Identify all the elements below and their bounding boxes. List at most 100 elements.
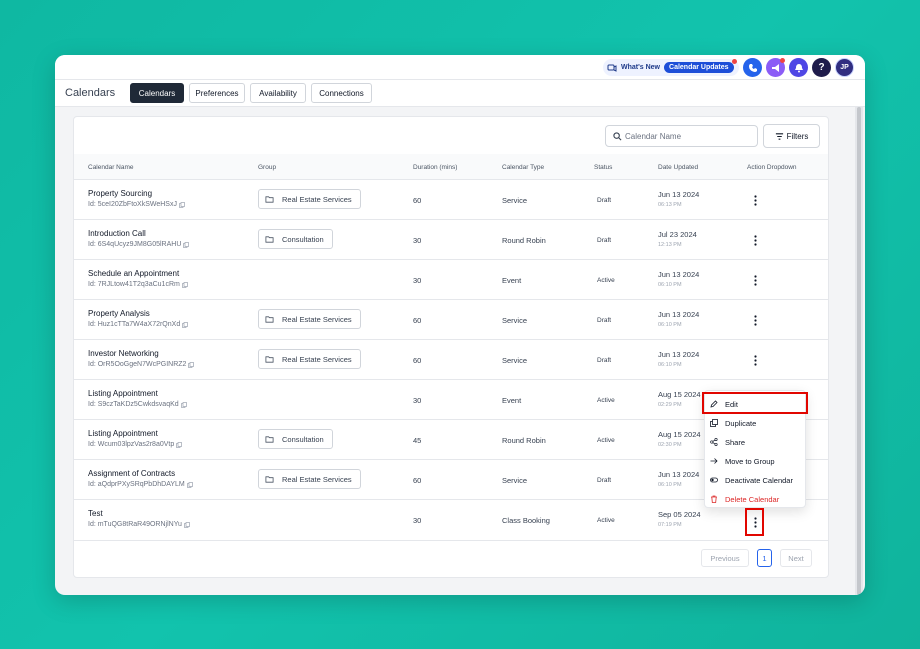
calendar-id-text: Id: S9czTaKDz5CwkdsvaqKd bbox=[88, 401, 179, 408]
tab-connections[interactable]: Connections bbox=[311, 83, 372, 103]
group-badge[interactable]: Real Estate Services bbox=[258, 469, 361, 489]
calendar-name[interactable]: Investor Networking bbox=[88, 349, 159, 358]
group-badge[interactable]: Real Estate Services bbox=[258, 349, 361, 369]
calendar-name[interactable]: Test bbox=[88, 509, 103, 518]
status: Draft bbox=[597, 237, 612, 244]
status: Draft bbox=[597, 477, 612, 484]
calendar-name[interactable]: Schedule an Appointment bbox=[88, 269, 179, 278]
menu-item-deactivate-calendar[interactable]: Deactivate Calendar bbox=[710, 472, 793, 488]
calendar-name[interactable]: Listing Appointment bbox=[88, 429, 158, 438]
filters-button[interactable]: Filters bbox=[763, 124, 820, 148]
divider bbox=[74, 540, 828, 541]
scrollbar[interactable] bbox=[855, 107, 863, 595]
column-header-calendar-type[interactable]: Calendar Type bbox=[502, 164, 544, 171]
copy-icon[interactable] bbox=[188, 361, 195, 368]
whats-new-icon bbox=[607, 64, 617, 72]
calendar-name[interactable]: Introduction Call bbox=[88, 229, 146, 238]
column-header-group[interactable]: Group bbox=[258, 164, 276, 171]
avatar[interactable]: JP bbox=[835, 58, 854, 77]
date-updated: Jun 13 2024 bbox=[658, 350, 700, 359]
menu-item-duplicate[interactable]: Duplicate bbox=[710, 415, 756, 431]
megaphone-icon bbox=[771, 63, 779, 72]
calendar-name[interactable]: Property Sourcing bbox=[88, 189, 152, 198]
status: Draft bbox=[597, 357, 612, 364]
column-header-status[interactable]: Status bbox=[594, 164, 612, 171]
copy-icon[interactable] bbox=[183, 241, 190, 248]
action-dropdown-button[interactable] bbox=[748, 193, 762, 207]
menu-item-delete-calendar[interactable]: Delete Calendar bbox=[710, 491, 779, 507]
whats-new-button[interactable]: What's New Calendar Updates bbox=[603, 59, 739, 76]
tab-calendars[interactable]: Calendars bbox=[130, 83, 184, 103]
column-header-calendar-name[interactable]: Calendar Name bbox=[88, 164, 134, 171]
table-row[interactable]: Schedule an Appointment Id: 7RJLtow41T2q… bbox=[74, 260, 828, 300]
duration: 30 bbox=[413, 276, 422, 285]
app-window: What's New Calendar Updates ? JP Calenda… bbox=[55, 55, 865, 595]
group-label: Real Estate Services bbox=[282, 474, 352, 484]
copy-icon[interactable] bbox=[179, 201, 185, 208]
phone-button[interactable] bbox=[743, 58, 762, 77]
duration: 45 bbox=[413, 436, 422, 445]
column-header-date-updated[interactable]: Date Updated bbox=[658, 164, 698, 171]
tab-label: Preferences bbox=[195, 88, 239, 98]
previous-label: Previous bbox=[710, 553, 740, 563]
table-row[interactable]: Property Analysis Id: Huz1cTTa7W4aX72rQn… bbox=[74, 300, 828, 340]
calendar-updates-badge[interactable]: Calendar Updates bbox=[664, 59, 737, 73]
notifications-button[interactable] bbox=[789, 58, 808, 77]
group-label: Real Estate Services bbox=[282, 314, 352, 324]
action-dropdown-button[interactable] bbox=[748, 233, 762, 247]
duration: 60 bbox=[413, 316, 422, 325]
status: Active bbox=[597, 397, 615, 404]
more-vertical-icon bbox=[753, 314, 757, 326]
copy-icon[interactable] bbox=[180, 401, 187, 408]
copy-icon[interactable] bbox=[186, 481, 193, 488]
group-badge[interactable]: Real Estate Services bbox=[258, 189, 361, 209]
toggle-icon bbox=[710, 477, 718, 483]
megaphone-button[interactable] bbox=[766, 58, 785, 77]
calendar-id-text: Id: Huz1cTTa7W4aX72rQnXd bbox=[88, 321, 181, 328]
filters-label: Filters bbox=[786, 131, 809, 141]
tab-preferences[interactable]: Preferences bbox=[189, 83, 245, 103]
status: Active bbox=[597, 517, 615, 524]
duration: 60 bbox=[413, 476, 422, 485]
copy-icon[interactable] bbox=[182, 321, 189, 328]
page-number-button[interactable]: 1 bbox=[757, 549, 772, 567]
group-badge[interactable]: Consultation bbox=[258, 429, 333, 449]
time-updated: 12:13 PM bbox=[658, 242, 682, 248]
action-dropdown-button[interactable] bbox=[748, 273, 762, 287]
column-header-duration[interactable]: Duration (mins) bbox=[413, 164, 457, 171]
date-updated: Aug 15 2024 bbox=[658, 390, 701, 399]
calendar-type: Service bbox=[502, 316, 528, 325]
copy-icon[interactable] bbox=[181, 281, 188, 288]
trash-icon bbox=[711, 495, 717, 503]
table-row[interactable]: Introduction Call Id: 6S4qUcyz9JM8G05lRA… bbox=[74, 220, 828, 260]
action-dropdown-button[interactable] bbox=[748, 313, 762, 327]
date-updated: Jun 13 2024 bbox=[658, 470, 700, 479]
calendar-name[interactable]: Property Analysis bbox=[88, 309, 150, 318]
avatar-initials: JP bbox=[840, 64, 849, 71]
copy-icon[interactable] bbox=[184, 521, 190, 528]
copy-icon[interactable] bbox=[176, 441, 183, 448]
help-button[interactable]: ? bbox=[812, 58, 831, 77]
menu-item-label: Delete Calendar bbox=[725, 494, 780, 504]
next-page-button[interactable]: Next bbox=[780, 549, 812, 567]
table-row[interactable]: Property Sourcing Id: 5ceI20ZbFtoXkSWeHS… bbox=[74, 180, 828, 220]
action-dropdown-button[interactable] bbox=[748, 353, 762, 367]
folder-icon bbox=[265, 355, 274, 363]
duration: 30 bbox=[413, 396, 422, 405]
table-row[interactable]: Investor Networking Id: OrR5OoGgeN7WcPGI… bbox=[74, 340, 828, 380]
menu-item-move-to-group[interactable]: Move to Group bbox=[710, 453, 775, 469]
menu-item-share[interactable]: Share bbox=[710, 434, 745, 450]
group-badge[interactable]: Consultation bbox=[258, 229, 333, 249]
scrollbar-thumb[interactable] bbox=[857, 107, 861, 595]
previous-page-button[interactable]: Previous bbox=[701, 549, 749, 567]
calendar-name[interactable]: Listing Appointment bbox=[88, 389, 158, 398]
tab-availability[interactable]: Availability bbox=[250, 83, 306, 103]
tab-label: Calendars bbox=[138, 88, 176, 98]
calendar-name[interactable]: Assignment of Contracts bbox=[88, 469, 175, 478]
calendar-id-text: Id: 6S4qUcyz9JM8G05lRAHU bbox=[88, 241, 182, 248]
next-label: Next bbox=[788, 553, 804, 563]
calendar-updates-label: Calendar Updates bbox=[669, 64, 729, 71]
folder-icon bbox=[265, 475, 274, 483]
group-badge[interactable]: Real Estate Services bbox=[258, 309, 361, 329]
search-input[interactable]: Calendar Name bbox=[605, 125, 758, 147]
